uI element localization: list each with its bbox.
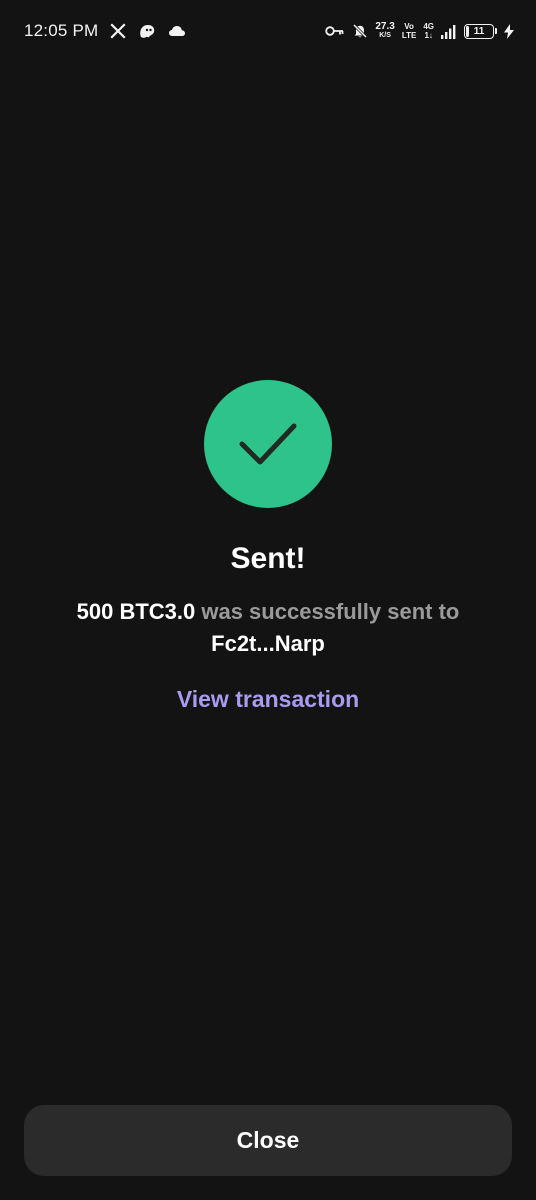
bell-off-icon [352, 23, 368, 39]
battery-level: 11 [473, 25, 485, 37]
sent-amount: 500 BTC3.0 [76, 599, 196, 624]
success-badge [204, 380, 332, 508]
checkmark-icon [239, 423, 297, 465]
net-speed: 27.3 K/S [375, 22, 394, 40]
cloud-icon [168, 24, 186, 38]
volte-bottom: LTE [401, 31, 417, 40]
ghost-icon [138, 23, 156, 39]
send-success-screen: 12:05 PM 27.3 K/S Vo LTE 4G 1↓ 11 Sent! … [0, 0, 536, 1200]
net-speed-value: 27.3 [375, 21, 395, 32]
result-message: 500 BTC3.0 was successfully sent to Fc2t… [40, 596, 496, 660]
x-icon [110, 23, 126, 39]
network-bottom: 1↓ [424, 31, 433, 40]
recipient-address: Fc2t...Narp [211, 631, 325, 656]
close-button[interactable]: Close [24, 1105, 512, 1176]
status-time: 12:05 PM [24, 21, 99, 40]
battery-tip [495, 28, 497, 34]
status-left: 12:05 PM [24, 18, 186, 44]
charging-icon [504, 23, 514, 39]
signal-icon [441, 24, 457, 39]
network-type: 4G 1↓ [423, 22, 434, 40]
battery-fill [466, 25, 469, 37]
key-icon [325, 25, 345, 37]
volte-top: Vo [404, 22, 414, 31]
view-transaction-link[interactable]: View transaction [0, 686, 536, 713]
status-bar: 12:05 PM 27.3 K/S Vo LTE 4G 1↓ 11 [0, 0, 536, 60]
network-top: 4G [423, 22, 434, 31]
status-right: 27.3 K/S Vo LTE 4G 1↓ 11 [325, 18, 514, 44]
volte-indicator: Vo LTE [402, 22, 417, 40]
net-speed-unit: K/S [379, 32, 391, 39]
message-middle: was successfully sent to [195, 599, 460, 624]
battery-icon: 11 [464, 23, 494, 39]
result-title: Sent! [230, 542, 306, 575]
